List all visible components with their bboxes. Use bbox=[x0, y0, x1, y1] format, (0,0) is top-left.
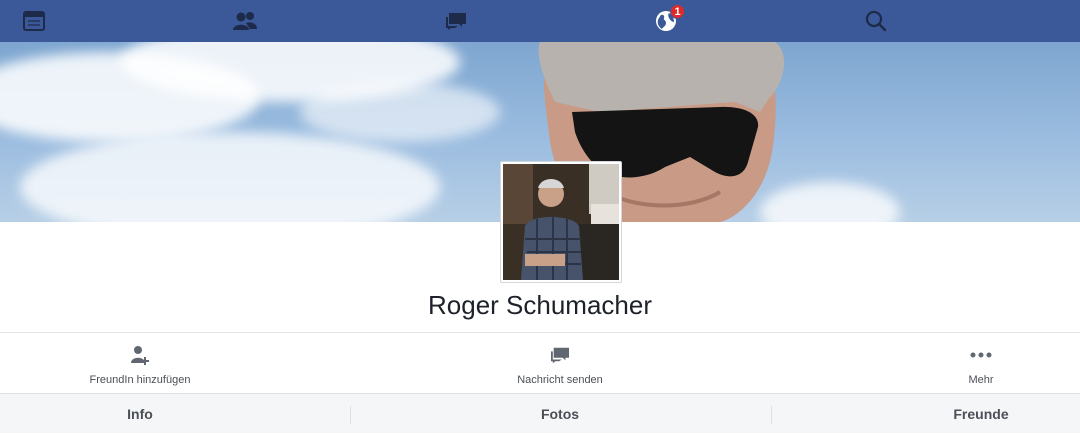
divider bbox=[0, 332, 1080, 333]
profile-tabs: Info Fotos Freunde bbox=[0, 393, 1080, 433]
add-friend-label: FreundIn hinzufügen bbox=[89, 374, 191, 386]
top-navigation-bar: 1 bbox=[0, 0, 1080, 42]
messages-icon bbox=[446, 13, 466, 30]
notification-badge: 1 bbox=[670, 4, 685, 19]
tab-separator bbox=[350, 406, 351, 424]
send-message-label: Nachricht senden bbox=[517, 374, 603, 386]
tab-separator bbox=[771, 406, 772, 424]
tab-photos[interactable]: Fotos bbox=[500, 394, 620, 434]
more-button[interactable]: Mehr bbox=[941, 340, 1021, 390]
search-icon bbox=[865, 10, 887, 32]
nav-messages[interactable] bbox=[426, 0, 486, 42]
send-message-button[interactable]: Nachricht senden bbox=[500, 340, 620, 390]
tab-friends[interactable]: Freunde bbox=[921, 394, 1041, 434]
profile-picture[interactable] bbox=[500, 161, 622, 283]
profile-photo bbox=[503, 164, 619, 280]
friend-requests-icon bbox=[233, 12, 257, 30]
tab-info[interactable]: Info bbox=[80, 394, 200, 434]
nav-notifications[interactable]: 1 bbox=[636, 0, 696, 42]
nav-news-feed[interactable] bbox=[4, 0, 64, 42]
avatar-image bbox=[503, 164, 619, 280]
profile-name: Roger Schumacher bbox=[428, 290, 652, 320]
add-friend-button[interactable]: FreundIn hinzufügen bbox=[80, 340, 200, 390]
nav-search[interactable] bbox=[846, 0, 906, 42]
more-dots-icon bbox=[970, 352, 992, 358]
news-feed-icon bbox=[23, 11, 45, 31]
more-label: Mehr bbox=[968, 374, 994, 386]
add-friend-icon bbox=[131, 346, 149, 365]
message-icon bbox=[551, 347, 569, 364]
nav-friend-requests[interactable] bbox=[215, 0, 275, 42]
